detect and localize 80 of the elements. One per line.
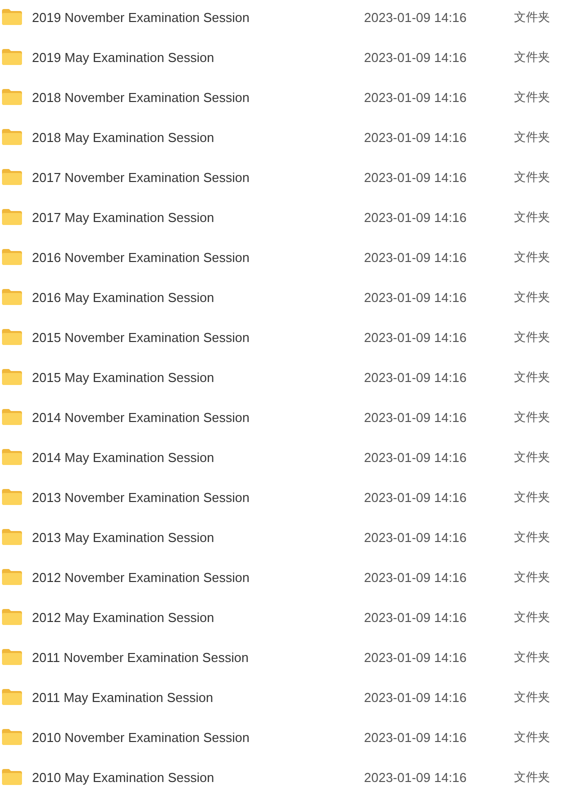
folder-icon: [1, 248, 23, 266]
file-type: 文件夹: [514, 408, 550, 426]
folder-icon: [1, 168, 23, 186]
file-name[interactable]: 2018 November Examination Session: [32, 90, 364, 104]
folder-icon: [1, 48, 23, 66]
folder-icon: [1, 288, 23, 306]
file-name[interactable]: 2011 November Examination Session: [32, 650, 364, 664]
file-type: 文件夹: [514, 768, 550, 786]
folder-icon: [1, 88, 23, 106]
modified-date: 2023-01-09 14:16: [364, 410, 468, 424]
file-name[interactable]: 2010 May Examination Session: [32, 770, 364, 784]
folder-icon: [1, 448, 23, 466]
folder-icon: [1, 408, 23, 426]
modified-date: 2023-01-09 14:16: [364, 130, 468, 144]
modified-date: 2023-01-09 14:16: [364, 170, 468, 184]
modified-date: 2023-01-09 14:16: [364, 730, 468, 744]
modified-date: 2023-01-09 14:16: [364, 330, 468, 344]
folder-icon: [1, 728, 23, 746]
file-type: 文件夹: [514, 608, 550, 626]
file-type: 文件夹: [514, 88, 550, 106]
file-name[interactable]: 2019 November Examination Session: [32, 10, 364, 24]
file-name[interactable]: 2014 November Examination Session: [32, 410, 364, 424]
modified-date: 2023-01-09 14:16: [364, 530, 468, 544]
file-name[interactable]: 2012 May Examination Session: [32, 610, 364, 624]
modified-date: 2023-01-09 14:16: [364, 10, 468, 24]
folder-icon: [1, 568, 23, 586]
folder-icon: [1, 768, 23, 786]
file-type: 文件夹: [514, 368, 550, 386]
file-type: 文件夹: [514, 128, 550, 146]
file-type: 文件夹: [514, 8, 550, 26]
folder-icon: [1, 328, 23, 346]
file-type: 文件夹: [514, 168, 550, 186]
modified-date: 2023-01-09 14:16: [364, 770, 468, 784]
file-type: 文件夹: [514, 208, 550, 226]
modified-date: 2023-01-09 14:16: [364, 90, 468, 104]
file-type: 文件夹: [514, 568, 550, 586]
folder-icon: [1, 128, 23, 146]
modified-date: 2023-01-09 14:16: [364, 290, 468, 304]
modified-date: 2023-01-09 14:16: [364, 450, 468, 464]
file-name[interactable]: 2013 November Examination Session: [32, 490, 364, 504]
file-type: 文件夹: [514, 448, 550, 466]
folder-icon: [1, 528, 23, 546]
modified-date: 2023-01-09 14:16: [364, 650, 468, 664]
file-type: 文件夹: [514, 728, 550, 746]
file-name[interactable]: 2017 May Examination Session: [32, 210, 364, 224]
file-name[interactable]: 2016 May Examination Session: [32, 290, 364, 304]
file-name[interactable]: 2015 November Examination Session: [32, 330, 364, 344]
file-name[interactable]: 2015 May Examination Session: [32, 370, 364, 384]
file-name[interactable]: 2013 May Examination Session: [32, 530, 364, 544]
folder-icon: [1, 608, 23, 626]
file-type: 文件夹: [514, 488, 550, 506]
modified-date: 2023-01-09 14:16: [364, 250, 468, 264]
file-type: 文件夹: [514, 248, 550, 266]
folder-icon: [1, 368, 23, 386]
file-type: 文件夹: [514, 648, 550, 666]
file-type: 文件夹: [514, 288, 550, 306]
file-name[interactable]: 2019 May Examination Session: [32, 50, 364, 64]
file-name[interactable]: 2010 November Examination Session: [32, 730, 364, 744]
modified-date: 2023-01-09 14:16: [364, 490, 468, 504]
file-type: 文件夹: [514, 528, 550, 546]
file-name[interactable]: 2011 May Examination Session: [32, 690, 364, 704]
modified-date: 2023-01-09 14:16: [364, 690, 468, 704]
folder-icon: [1, 208, 23, 226]
modified-date: 2023-01-09 14:16: [364, 370, 468, 384]
folder-icon: [1, 648, 23, 666]
modified-date: 2023-01-09 14:16: [364, 50, 468, 64]
modified-date: 2023-01-09 14:16: [364, 210, 468, 224]
file-name[interactable]: 2017 November Examination Session: [32, 170, 364, 184]
folder-icon: [1, 488, 23, 506]
file-name[interactable]: 2018 May Examination Session: [32, 130, 364, 144]
file-type: 文件夹: [514, 48, 550, 66]
file-name[interactable]: 2016 November Examination Session: [32, 250, 364, 264]
file-type: 文件夹: [514, 688, 550, 706]
file-name[interactable]: 2012 November Examination Session: [32, 570, 364, 584]
modified-date: 2023-01-09 14:16: [364, 570, 468, 584]
folder-icon: [1, 8, 23, 26]
file-type: 文件夹: [514, 328, 550, 346]
file-name[interactable]: 2014 May Examination Session: [32, 450, 364, 464]
folder-icon: [1, 688, 23, 706]
modified-date: 2023-01-09 14:16: [364, 610, 468, 624]
